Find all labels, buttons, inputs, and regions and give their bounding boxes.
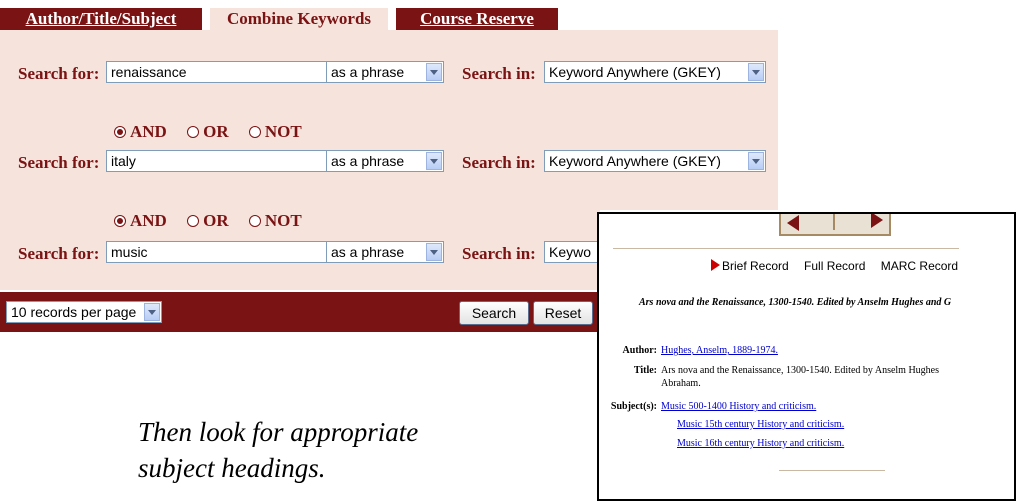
boolean-operators-2: AND OR NOT (114, 211, 318, 231)
phrase-select-1[interactable]: as a phrase (326, 61, 444, 83)
record-heading: Ars nova and the Renaissance, 1300-1540.… (639, 297, 952, 308)
radio-label: AND (130, 122, 167, 141)
chevron-down-icon (748, 152, 764, 170)
radio-selected-icon (114, 126, 126, 138)
radio-label: NOT (264, 211, 302, 230)
radio-or-1[interactable]: OR (187, 122, 229, 141)
radio-not-1[interactable]: NOT (248, 122, 302, 141)
phrase-select-value: as a phrase (331, 64, 405, 80)
radio-icon (248, 126, 261, 138)
chevron-down-icon (426, 243, 442, 261)
search-in-value: Keyword Anywhere (GKEY) (549, 64, 721, 80)
play-arrow-icon (711, 259, 720, 271)
record-pager (779, 214, 891, 236)
tab-label: Author/Title/Subject (25, 9, 177, 28)
previous-arrow-icon[interactable] (785, 214, 835, 231)
phrase-select-2[interactable]: as a phrase (326, 150, 444, 172)
radio-or-2[interactable]: OR (187, 211, 229, 230)
search-in-select-2[interactable]: Keyword Anywhere (GKEY) (544, 150, 766, 172)
phrase-select-3[interactable]: as a phrase (326, 241, 444, 263)
author-link[interactable]: Hughes, Anselm, 1889-1974. (661, 345, 778, 356)
reset-button[interactable]: Reset (533, 301, 593, 325)
radio-label: AND (130, 211, 167, 230)
search-in-select-1[interactable]: Keyword Anywhere (GKEY) (544, 61, 766, 83)
tab-author-title-subject[interactable]: Author/Title/Subject (0, 8, 202, 30)
search-for-label-3: Search for: (18, 244, 100, 263)
record-view-tabs: Brief Record Full Record MARC Record (711, 259, 970, 273)
radio-icon (248, 215, 261, 227)
search-in-label-2: Search in: (462, 153, 536, 172)
radio-and-1[interactable]: AND (114, 122, 167, 141)
subject-link-2[interactable]: Music 15th century History and criticism… (677, 419, 844, 430)
chevron-down-icon (426, 152, 442, 170)
instruction-caption: Then look for appropriate subject headin… (138, 414, 418, 486)
subject-link-1[interactable]: Music 500-1400 History and criticism. (661, 401, 816, 412)
search-for-label-1: Search for: (18, 64, 100, 83)
subjects-label: Subject(s): (610, 401, 657, 412)
chevron-down-icon (144, 303, 160, 321)
search-for-label-2: Search for: (18, 153, 100, 172)
radio-label: NOT (264, 122, 302, 141)
chevron-down-icon (426, 63, 442, 81)
radio-selected-icon (114, 215, 126, 227)
search-in-select-3[interactable]: Keywo (544, 241, 604, 263)
phrase-select-value: as a phrase (331, 244, 405, 260)
search-in-label-1: Search in: (462, 64, 536, 83)
caption-line-1: Then look for appropriate (138, 417, 419, 447)
radio-label: OR (203, 122, 229, 141)
title-label: Title: (633, 365, 657, 376)
boolean-operators-1: AND OR NOT (114, 122, 318, 142)
caption-line-2: subject headings. (138, 453, 326, 483)
radio-not-2[interactable]: NOT (248, 211, 302, 230)
phrase-select-value: as a phrase (331, 153, 405, 169)
search-in-value: Keywo (549, 244, 592, 260)
tab-combine-keywords[interactable]: Combine Keywords (210, 8, 388, 30)
records-per-page-select[interactable]: 10 records per page (6, 301, 162, 323)
record-screenshot: Brief Record Full Record MARC Record Ars… (597, 212, 1016, 501)
radio-and-2[interactable]: AND (114, 211, 167, 230)
search-input-3[interactable]: music (106, 241, 328, 263)
search-input-1[interactable]: renaissance (106, 61, 328, 83)
brief-record-link[interactable]: Brief Record (711, 259, 789, 273)
tab-label: Course Reserve (420, 9, 534, 28)
marc-record-link[interactable]: MARC Record (881, 259, 958, 273)
chevron-down-icon (748, 63, 764, 81)
radio-label: OR (203, 211, 229, 230)
records-per-page-value: 10 records per page (11, 304, 137, 320)
radio-icon (187, 215, 200, 227)
subject-link-3[interactable]: Music 16th century History and criticism… (677, 438, 844, 449)
full-record-link[interactable]: Full Record (804, 259, 865, 273)
tab-course-reserve[interactable]: Course Reserve (396, 8, 558, 30)
title-value-line-2: Abraham. (661, 378, 701, 389)
title-value-line-1: Ars nova and the Renaissance, 1300-1540.… (661, 365, 940, 376)
nav-label: Brief Record (722, 259, 789, 273)
search-panel-extension (600, 30, 778, 210)
divider (613, 248, 959, 249)
search-input-2[interactable]: italy (106, 150, 328, 172)
search-in-label-3: Search in: (462, 244, 536, 263)
author-label: Author: (622, 345, 657, 356)
divider (779, 470, 885, 471)
radio-icon (187, 126, 200, 138)
search-button[interactable]: Search (459, 301, 529, 325)
search-in-value: Keyword Anywhere (GKEY) (549, 153, 721, 169)
